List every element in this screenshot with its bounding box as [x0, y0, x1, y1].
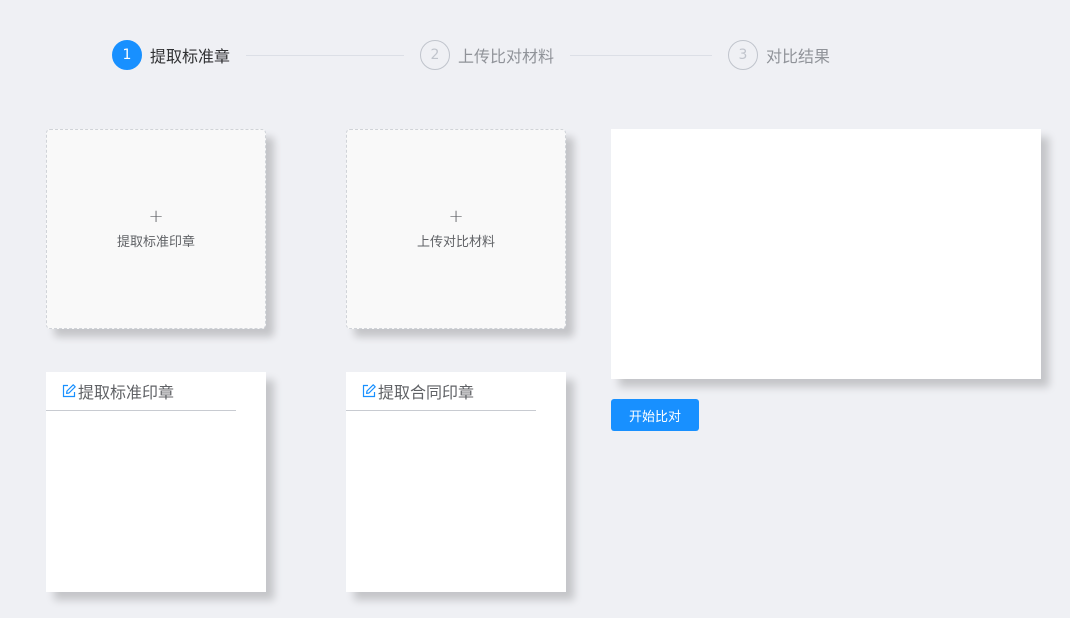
start-compare-button[interactable]: 开始比对 [611, 399, 699, 431]
upload-standard-label: 提取标准印章 [116, 234, 195, 250]
upload-standard-seal[interactable]: + 提取标准印章 [46, 129, 266, 329]
step-1-title: 提取标准章 [150, 47, 231, 66]
contract-seal-panel-title: 提取合同印章 [378, 383, 475, 402]
edit-icon[interactable] [361, 383, 377, 399]
step-1: 1 提取标准章 [112, 39, 230, 71]
comparison-display [611, 129, 1041, 379]
standard-seal-panel: 提取标准印章 [46, 372, 266, 592]
steps-bar: 1 提取标准章 2 上传比对材料 3 对比结果 [0, 0, 1070, 110]
plus-icon: + [448, 205, 464, 227]
step-3-title: 对比结果 [766, 47, 831, 66]
contract-seal-panel-header: 提取合同印章 [346, 372, 536, 411]
standard-seal-panel-header: 提取标准印章 [46, 372, 236, 411]
step-3-number: 3 [728, 40, 758, 70]
standard-seal-panel-title: 提取标准印章 [78, 383, 175, 402]
step-1-number: 1 [112, 40, 142, 70]
step-connector-1 [246, 55, 404, 56]
edit-icon[interactable] [61, 383, 77, 399]
step-2: 2 上传比对材料 [420, 39, 554, 71]
step-2-title: 上传比对材料 [458, 47, 555, 66]
contract-seal-panel: 提取合同印章 [346, 372, 566, 592]
plus-icon: + [148, 205, 164, 227]
step-2-number: 2 [420, 40, 450, 70]
step-connector-2 [570, 55, 712, 56]
upload-compare-material[interactable]: + 上传对比材料 [346, 129, 566, 329]
step-3: 3 对比结果 [728, 39, 830, 71]
upload-compare-label: 上传对比材料 [416, 234, 495, 250]
